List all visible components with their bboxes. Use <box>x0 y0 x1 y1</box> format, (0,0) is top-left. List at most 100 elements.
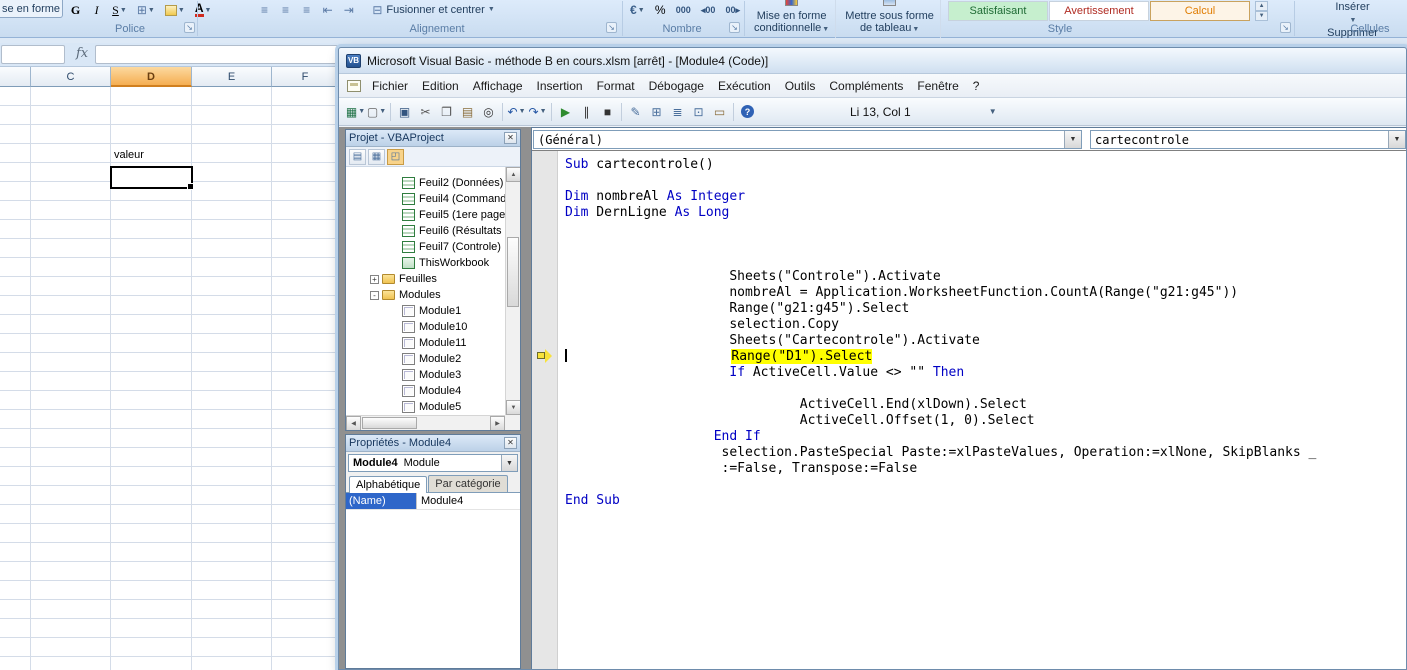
tree-item-module3[interactable]: Module3 <box>346 367 505 383</box>
accounting-format-button[interactable]: € ▼ <box>627 1 648 19</box>
menu-compl-ments[interactable]: Compléments <box>822 76 910 96</box>
close-icon[interactable]: ✕ <box>504 132 517 144</box>
menu-affichage[interactable]: Affichage <box>466 76 530 96</box>
increase-indent-button[interactable]: ⇥ <box>340 1 357 19</box>
toolbar-options-icon[interactable]: ▼ <box>989 107 997 116</box>
help-icon[interactable]: ? <box>738 102 757 121</box>
reset-icon[interactable]: ■ <box>598 102 617 121</box>
tree-item-module5[interactable]: Module5 <box>346 399 505 415</box>
tree-item-feuil2-donn-es[interactable]: Feuil2 (Données) <box>346 175 505 191</box>
percent-button[interactable]: % <box>652 1 669 19</box>
menu-d-bogage[interactable]: Débogage <box>642 76 711 96</box>
vertical-scrollbar[interactable]: ▲ ▼ <box>505 167 520 415</box>
cell-style-avertissement[interactable]: Avertissement <box>1048 1 1149 21</box>
menu-item[interactable]: ? <box>966 76 987 96</box>
object-combobox[interactable]: (Général) ▼ <box>533 130 1082 149</box>
break-icon[interactable]: ∥ <box>577 102 596 121</box>
number-dialog-launcher[interactable]: ↘ <box>729 22 740 33</box>
font-color-button[interactable]: A ▼ <box>192 1 215 19</box>
style-dialog-launcher[interactable]: ↘ <box>1280 22 1291 33</box>
column-header-e[interactable]: E <box>192 67 272 87</box>
project-explorer-icon[interactable]: ⊞ <box>647 102 666 121</box>
column-header-partial[interactable] <box>0 67 31 87</box>
gallery-up-icon[interactable]: ▲ <box>1255 1 1269 11</box>
property-row[interactable]: (Name) Module4 <box>346 493 520 510</box>
toggle-folders-button[interactable]: ◰ <box>387 148 404 165</box>
merge-center-button[interactable]: ⊟ Fusionner et centrer ▼ <box>368 0 498 19</box>
fill-color-button[interactable]: ▼ <box>162 1 188 19</box>
spreadsheet-grid[interactable]: valeur <box>0 87 338 670</box>
name-box[interactable] <box>1 45 65 64</box>
increase-decimal-button[interactable]: ◂00 <box>698 1 719 19</box>
object-selector-combobox[interactable]: Module4 Module ▼ <box>348 454 518 472</box>
scrollbar-thumb[interactable] <box>362 417 417 429</box>
menu-edition[interactable]: Edition <box>415 76 466 96</box>
menu-fen-tre[interactable]: Fenêtre <box>910 76 965 96</box>
menu-fichier[interactable]: Fichier <box>365 76 415 96</box>
view-object-button[interactable]: ▦ <box>368 148 385 165</box>
project-panel-header[interactable]: Projet - VBAProject ✕ <box>346 130 520 147</box>
cell-style-satisfaisant[interactable]: Satisfaisant <box>947 1 1048 21</box>
properties-panel-header[interactable]: Propriétés - Module4 ✕ <box>346 435 520 452</box>
expand-icon[interactable]: + <box>370 274 379 284</box>
decrease-indent-button[interactable]: ⇤ <box>319 1 336 19</box>
code-editor[interactable]: Sub cartecontrole() Dim nombreAl As Integ… <box>558 151 1406 669</box>
tree-item-feuil6-r-sultats[interactable]: Feuil6 (Résultats <box>346 223 505 239</box>
format-as-table-button[interactable]: Mettre sous forme de tableau▼ <box>839 0 941 38</box>
module-window-icon[interactable] <box>347 79 361 92</box>
tree-item-module1[interactable]: Module1 <box>346 303 505 319</box>
menu-insertion[interactable]: Insertion <box>530 76 590 96</box>
insert-userform-icon[interactable]: ▢ ▼ <box>367 102 386 121</box>
breakpoint-margin[interactable] <box>532 151 558 669</box>
cut-icon[interactable]: ✂ <box>416 102 435 121</box>
column-header-f[interactable]: F <box>272 67 338 87</box>
procedure-combobox[interactable]: cartecontrole ▼ <box>1090 130 1406 149</box>
cell-style-calcul[interactable]: Calcul <box>1149 1 1250 21</box>
menu-ex-cution[interactable]: Exécution <box>711 76 778 96</box>
tree-item-module11[interactable]: Module11 <box>346 335 505 351</box>
toolbox-icon[interactable]: ▭ <box>710 102 729 121</box>
view-excel-icon[interactable]: ▦ ▼ <box>346 102 365 121</box>
save-icon[interactable]: ▣ <box>395 102 414 121</box>
view-code-button[interactable]: ▤ <box>349 148 366 165</box>
tree-item-feuil4-command[interactable]: Feuil4 (Command <box>346 191 505 207</box>
tree-item-module10[interactable]: Module10 <box>346 319 505 335</box>
paste-icon[interactable]: ▤ <box>458 102 477 121</box>
insert-function-icon[interactable]: fx <box>76 46 88 61</box>
scroll-up-icon[interactable]: ▲ <box>506 167 520 182</box>
scroll-down-icon[interactable]: ▼ <box>506 400 520 415</box>
close-icon[interactable]: ✕ <box>504 437 517 449</box>
menu-format[interactable]: Format <box>590 76 642 96</box>
tree-item-feuil7-controle[interactable]: Feuil7 (Controle) <box>346 239 505 255</box>
align-center-button[interactable]: ≡ <box>277 1 294 19</box>
italic-button[interactable]: I <box>88 1 105 19</box>
redo-icon[interactable]: ↷ ▼ <box>528 102 547 121</box>
tree-item-feuil5-1ere-page[interactable]: Feuil5 (1ere page <box>346 207 505 223</box>
properties-window-icon[interactable]: ≣ <box>668 102 687 121</box>
vbe-titlebar[interactable]: VB Microsoft Visual Basic - méthode B en… <box>339 48 1406 74</box>
tab-categorized[interactable]: Par catégorie <box>428 475 508 492</box>
selected-cell[interactable] <box>110 166 194 190</box>
collapse-icon[interactable]: - <box>370 290 379 300</box>
scroll-left-icon[interactable]: ◀ <box>346 416 361 430</box>
formula-input[interactable] <box>95 45 338 64</box>
bold-button[interactable]: G <box>67 1 84 19</box>
property-value-cell[interactable]: Module4 <box>416 493 520 509</box>
column-header-c[interactable]: C <box>31 67 111 87</box>
tab-alphabetic[interactable]: Alphabétique <box>349 476 428 493</box>
scrollbar-thumb[interactable] <box>507 237 519 307</box>
underline-button[interactable]: S ▼ <box>109 1 130 19</box>
gallery-down-icon[interactable]: ▼ <box>1255 11 1269 21</box>
tree-item-modules[interactable]: - Modules <box>346 287 505 303</box>
scroll-right-icon[interactable]: ▶ <box>490 416 505 430</box>
tree-item-thisworkbook[interactable]: ThisWorkbook <box>346 255 505 271</box>
menu-outils[interactable]: Outils <box>778 76 823 96</box>
alignment-dialog-launcher[interactable]: ↘ <box>606 22 617 33</box>
undo-icon[interactable]: ↶ ▼ <box>507 102 526 121</box>
find-icon[interactable]: ◎ <box>479 102 498 121</box>
borders-button[interactable]: ⊞ ▼ <box>134 1 158 19</box>
align-right-button[interactable]: ≡ <box>298 1 315 19</box>
thousands-button[interactable]: 000 <box>673 1 694 19</box>
decrease-decimal-button[interactable]: 00▸ <box>722 1 743 19</box>
tree-item-module4[interactable]: Module4 <box>346 383 505 399</box>
